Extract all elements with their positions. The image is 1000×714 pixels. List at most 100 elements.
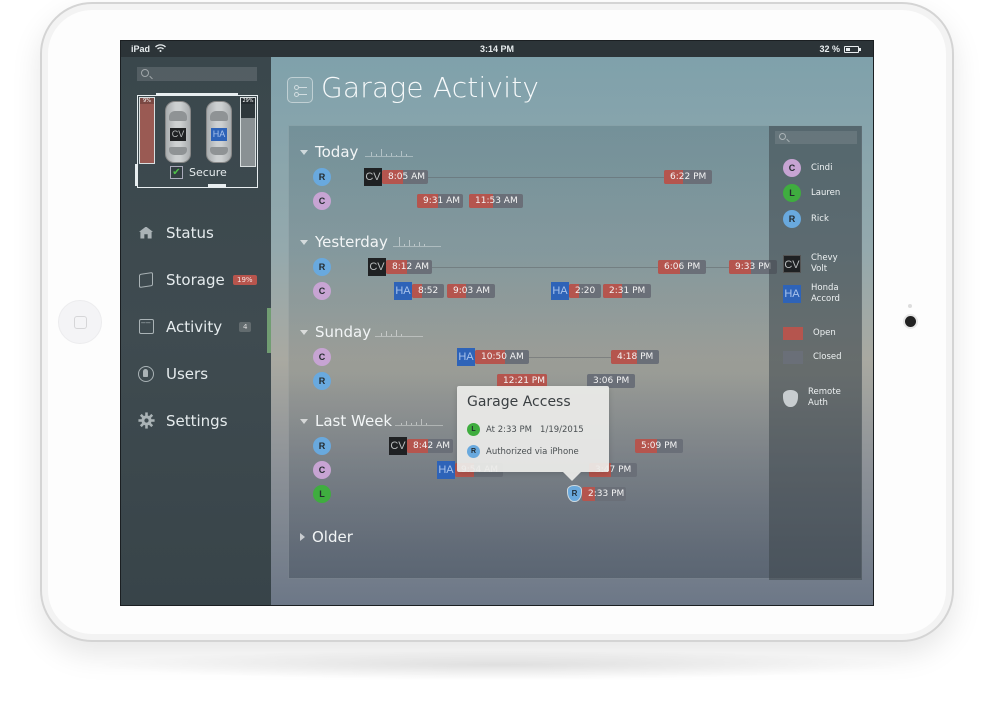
car-badge-ha[interactable]: HA bbox=[457, 348, 475, 366]
legend-label: Honda Accord bbox=[811, 283, 840, 305]
legend-label: Cindi bbox=[811, 162, 833, 173]
event-time-pill[interactable]: 4:18 PM bbox=[611, 350, 659, 364]
legend-remote-auth[interactable]: Remote Auth bbox=[783, 387, 841, 409]
car-chevy-volt-icon[interactable]: CV bbox=[165, 101, 191, 163]
event-time: 8:42 AM bbox=[413, 441, 450, 451]
group-header-older[interactable]: Older bbox=[300, 528, 353, 546]
sidebar-item-label: Activity bbox=[166, 317, 223, 336]
user-avatar[interactable]: R bbox=[313, 372, 331, 390]
car-badge-ha[interactable]: HA bbox=[437, 461, 455, 479]
user-avatar[interactable]: C bbox=[313, 282, 331, 300]
car-badge-cv[interactable]: CV bbox=[368, 258, 386, 276]
sidebar-item-settings[interactable]: Settings bbox=[137, 397, 271, 444]
event-time-pill[interactable]: 10:50 AM bbox=[475, 350, 529, 364]
battery-percent: 32 % bbox=[819, 44, 840, 54]
event-time-pill[interactable]: 2:31 PM bbox=[603, 284, 651, 298]
user-avatar-rick: R bbox=[467, 445, 480, 458]
car-badge-cv[interactable]: CV bbox=[389, 437, 407, 455]
event-time: 9:31 AM bbox=[423, 196, 460, 206]
user-avatar[interactable]: R bbox=[313, 258, 331, 276]
user-avatar[interactable]: C bbox=[313, 461, 331, 479]
gear-icon bbox=[137, 412, 155, 430]
open-swatch bbox=[783, 327, 803, 340]
legend-label: Lauren bbox=[811, 187, 841, 198]
event-time: 12:21 PM bbox=[503, 376, 545, 386]
event-time-pill[interactable]: 8:52 bbox=[412, 284, 444, 298]
event-time-pill[interactable]: 9:03 AM bbox=[447, 284, 495, 298]
sidebar-item-users[interactable]: Users bbox=[137, 350, 271, 397]
caret-down-icon bbox=[300, 418, 308, 424]
left-bay-percent: 9% bbox=[140, 98, 154, 104]
legend-car-chevy-volt[interactable]: CV Chevy Volt bbox=[783, 253, 838, 275]
event-time: 4:18 PM bbox=[617, 352, 654, 362]
sidebar-item-storage[interactable]: Storage 19% bbox=[137, 256, 271, 303]
user-avatar[interactable]: L bbox=[313, 485, 331, 503]
car-badge-ha[interactable]: HA bbox=[394, 282, 412, 300]
group-header-yesterday[interactable]: Yesterday bbox=[300, 233, 388, 251]
sidebar-item-label: Storage bbox=[166, 270, 225, 289]
event-time-pill[interactable]: 9:31 AM bbox=[417, 194, 463, 208]
event-time-pill[interactable]: 8:05 AM bbox=[382, 170, 428, 184]
garage-door-bottom bbox=[208, 184, 226, 187]
legend-label: Chevy Volt bbox=[811, 253, 838, 275]
legend-label: Remote Auth bbox=[808, 387, 841, 409]
event-time-pill[interactable]: 2:33 PM bbox=[582, 487, 626, 501]
user-avatar[interactable]: R bbox=[313, 437, 331, 455]
storage-badge: 19% bbox=[233, 275, 257, 285]
status-bar: iPad 3:14 PM 32 % bbox=[121, 41, 873, 57]
legend-car-honda-accord[interactable]: HA Honda Accord bbox=[783, 283, 840, 305]
group-header-today[interactable]: Today bbox=[300, 143, 358, 161]
event-time: 11:53 AM bbox=[475, 196, 518, 206]
sidebar-search-input[interactable] bbox=[137, 67, 257, 81]
secure-status[interactable]: ✔ Secure bbox=[170, 166, 227, 179]
legend-user-rick[interactable]: R Rick bbox=[783, 210, 829, 228]
group-label: Older bbox=[312, 528, 353, 546]
event-time-pill[interactable]: 2:20 bbox=[569, 284, 601, 298]
car-badge-cv[interactable]: CV bbox=[364, 168, 382, 186]
session-line bbox=[706, 267, 729, 268]
page-title: Garage Activity bbox=[321, 71, 540, 104]
garage-status-widget[interactable]: 9% 29% CV HA ✔ Secure bbox=[135, 93, 258, 188]
legend-panel: C Cindi L Lauren R Rick CV ChevyVolt HA bbox=[769, 126, 862, 580]
tooltip-auth-text: Authorized via iPhone bbox=[486, 446, 579, 457]
sidebar-item-activity[interactable]: Activity 4 bbox=[137, 303, 271, 353]
home-square-icon bbox=[74, 316, 87, 329]
user-avatar-lauren: L bbox=[467, 423, 480, 436]
legend-label-line2: Auth bbox=[808, 398, 828, 408]
legend-label-line2: Accord bbox=[811, 294, 840, 304]
right-bay-percent: 29% bbox=[241, 98, 255, 104]
legend-state-closed[interactable]: Closed bbox=[783, 351, 842, 364]
event-time: 6:22 PM bbox=[670, 172, 707, 182]
legend-user-cindi[interactable]: C Cindi bbox=[783, 159, 832, 177]
group-label: Last Week bbox=[315, 412, 393, 430]
event-time-pill[interactable]: 8:42 AM bbox=[407, 439, 453, 453]
event-time: 9:03 AM bbox=[453, 286, 490, 296]
legend-label-line1: Honda bbox=[811, 283, 839, 293]
sidebar-item-label: Users bbox=[166, 364, 209, 383]
event-time-pill[interactable]: 11:53 AM bbox=[469, 194, 523, 208]
event-time-pill[interactable]: 8:12 AM bbox=[386, 260, 432, 274]
group-label: Today bbox=[315, 143, 359, 161]
sensor bbox=[908, 304, 912, 308]
closed-swatch bbox=[783, 351, 803, 364]
left-bay-storage-bar: 9% bbox=[139, 97, 155, 164]
checkmark-icon[interactable]: ✔ bbox=[170, 166, 183, 179]
user-avatar[interactable]: R bbox=[313, 168, 331, 186]
event-time-pill[interactable]: 6:06 PM bbox=[658, 260, 706, 274]
car-honda-accord-icon[interactable]: HA bbox=[206, 101, 232, 163]
sidebar-item-status[interactable]: Status bbox=[137, 209, 271, 256]
event-time: 8:52 bbox=[418, 286, 439, 296]
user-avatar[interactable]: C bbox=[313, 348, 331, 366]
car-badge-ha[interactable]: HA bbox=[551, 282, 569, 300]
user-avatar[interactable]: C bbox=[313, 192, 331, 210]
legend-user-lauren[interactable]: L Lauren bbox=[783, 184, 840, 202]
event-time-pill[interactable]: 5:09 PM bbox=[635, 439, 683, 453]
legend-state-open[interactable]: Open bbox=[783, 327, 836, 340]
caret-down-icon bbox=[300, 329, 308, 335]
event-time-pill[interactable]: 6:22 PM bbox=[664, 170, 712, 184]
group-header-last-week[interactable]: Last Week bbox=[300, 412, 392, 430]
group-label: Sunday bbox=[315, 323, 372, 341]
group-header-sunday[interactable]: Sunday bbox=[300, 323, 371, 341]
legend-search-input[interactable] bbox=[775, 131, 857, 144]
home-button[interactable] bbox=[58, 300, 102, 344]
